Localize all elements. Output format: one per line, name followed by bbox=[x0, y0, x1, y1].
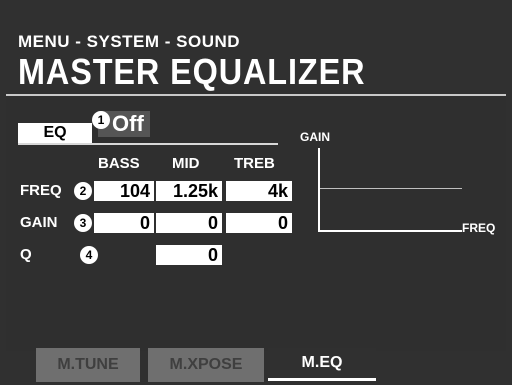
q-mid-field[interactable]: 0 bbox=[156, 245, 222, 265]
callout-3: 3 bbox=[74, 214, 92, 232]
eq-divider bbox=[18, 143, 278, 145]
graph-y-axis bbox=[318, 148, 320, 230]
column-treb: TREB bbox=[234, 155, 275, 172]
page-title: MASTER EQUALIZER bbox=[18, 51, 366, 92]
breadcrumb: MENU - SYSTEM - SOUND bbox=[18, 32, 241, 51]
column-bass: BASS bbox=[98, 155, 140, 172]
active-tab-indicator bbox=[268, 378, 376, 381]
column-mid: MID bbox=[172, 155, 200, 172]
graph-gain-label: GAIN bbox=[300, 130, 330, 144]
tab-m-xpose[interactable]: M.XPOSE bbox=[148, 348, 264, 382]
graph-freq-label: FREQ bbox=[462, 221, 496, 235]
row-label-q: Q bbox=[20, 246, 32, 263]
row-label-gain: GAIN bbox=[20, 214, 58, 231]
gain-mid-field[interactable]: 0 bbox=[156, 213, 222, 233]
row-label-freq: FREQ bbox=[20, 182, 62, 199]
eq-curve bbox=[320, 188, 462, 189]
freq-bass-field[interactable]: 104 bbox=[94, 181, 154, 201]
callout-2: 2 bbox=[74, 182, 92, 200]
gain-treb-field[interactable]: 0 bbox=[226, 213, 292, 233]
callout-4: 4 bbox=[80, 246, 98, 264]
graph-x-axis bbox=[318, 230, 462, 232]
screen: MENU - SYSTEM - SOUND MASTER EQUALIZER E… bbox=[0, 0, 512, 385]
eq-label: EQ bbox=[18, 123, 92, 143]
freq-treb-field[interactable]: 4k bbox=[226, 181, 292, 201]
freq-mid-field[interactable]: 1.25k bbox=[156, 181, 222, 201]
callout-1: 1 bbox=[92, 111, 110, 129]
gain-bass-field[interactable]: 0 bbox=[94, 213, 154, 233]
tab-m-eq[interactable]: M.EQ bbox=[268, 348, 376, 382]
tab-m-tune[interactable]: M.TUNE bbox=[36, 348, 140, 382]
